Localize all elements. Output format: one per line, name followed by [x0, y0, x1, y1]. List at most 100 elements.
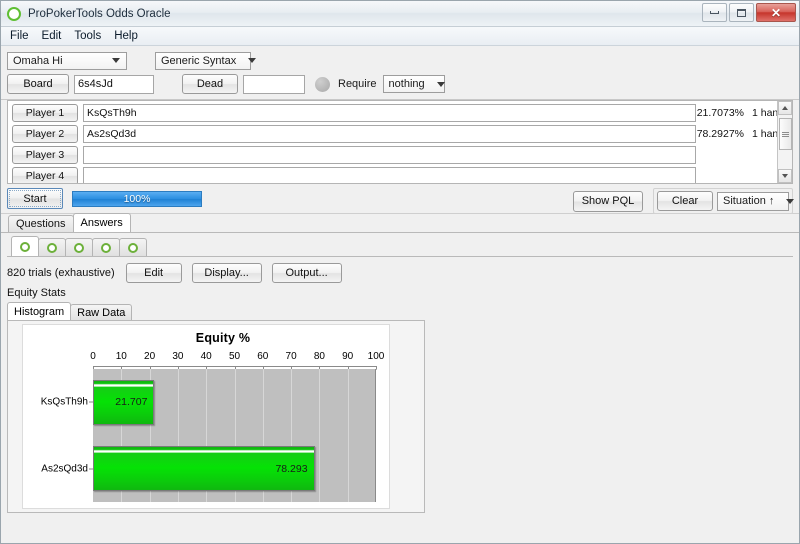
scroll-down-button[interactable]	[778, 169, 792, 183]
equity-stats-label: Equity Stats	[7, 287, 66, 299]
clear-button[interactable]: Clear	[657, 191, 713, 211]
minimize-icon	[710, 11, 719, 14]
grip-icon	[782, 131, 789, 137]
player-2-button[interactable]: Player 2	[12, 124, 78, 143]
tab-questions[interactable]: Questions	[8, 215, 74, 232]
tab-answers[interactable]: Answers	[72, 213, 131, 232]
player-3-hand-input[interactable]	[83, 145, 696, 164]
category-label: As2sQd3d	[41, 463, 88, 475]
green-circle-icon	[101, 242, 111, 253]
player-1-equity: 21.7073%	[696, 106, 744, 119]
player-2-hand-input[interactable]: As2sQd3d	[83, 124, 696, 143]
syntax-select[interactable]: Generic Syntax	[155, 51, 257, 70]
x-tick-label: 100	[367, 351, 385, 362]
x-tick-label: 70	[285, 351, 297, 362]
players-scrollbar[interactable]	[777, 101, 792, 183]
x-tick-label: 40	[200, 351, 212, 362]
player-4-hand-input[interactable]	[83, 166, 696, 183]
situation-group: Clear Situation ↑	[653, 188, 795, 214]
chevron-down-icon	[248, 58, 257, 63]
menu-tools[interactable]: Tools	[72, 29, 108, 44]
player-3-button[interactable]: Player 3	[12, 145, 78, 164]
dead-input[interactable]	[243, 74, 305, 94]
window-title: ProPokerTools Odds Oracle	[28, 7, 171, 20]
require-label: Require	[338, 78, 377, 90]
toolbar-right-group: Show PQL Clear Situation ↑	[573, 188, 795, 214]
chart-container: Equity % 0 10 20 30 40 50 60 70 80 90 100 21.707 Ks…	[7, 320, 425, 513]
bar: 21.707	[93, 379, 155, 425]
player-2-equity: 78.2927%	[696, 127, 744, 140]
category-tick	[89, 401, 93, 403]
green-circle-icon	[20, 241, 30, 252]
action-toolbar: Start 100% Show PQL Clear Situation ↑	[1, 184, 799, 214]
board-input[interactable]: 6s4sJd	[74, 74, 154, 94]
application-window: ProPokerTools Odds Oracle ✕ File Edit To…	[0, 0, 800, 544]
scroll-up-button[interactable]	[778, 101, 792, 115]
chart-panel: Equity % 0 10 20 30 40 50 60 70 80 90 100 21.707 Ks…	[22, 324, 390, 509]
board-button[interactable]: Board	[7, 74, 69, 94]
status-bar	[1, 536, 799, 543]
result-tab-3[interactable]	[65, 238, 93, 256]
maximize-button[interactable]	[729, 3, 754, 22]
result-tab-4[interactable]	[92, 238, 120, 256]
progress-bar: 100%	[72, 190, 202, 207]
x-tick-label: 0	[90, 351, 96, 362]
show-pql-button[interactable]: Show PQL	[573, 190, 643, 212]
edit-button[interactable]: Edit	[125, 262, 182, 283]
green-circle-icon	[74, 242, 84, 253]
bar-value-label: 78.293	[275, 462, 308, 475]
menu-file[interactable]: File	[8, 29, 36, 44]
chevron-down-icon	[112, 58, 120, 63]
x-tick-label: 90	[342, 351, 354, 362]
progress-label: 100%	[123, 192, 151, 205]
x-tick-label: 10	[115, 351, 127, 362]
result-tab-2[interactable]	[38, 238, 66, 256]
x-tick-label: 20	[144, 351, 156, 362]
x-tick-label: 30	[172, 351, 184, 362]
green-circle-icon	[47, 242, 57, 253]
chevron-down-icon	[782, 174, 788, 178]
player-1-hand-input[interactable]: KsQsTh9h	[83, 103, 696, 122]
green-circle-icon	[128, 242, 138, 253]
player-row: Player 3	[8, 143, 792, 164]
tab-raw-data[interactable]: Raw Data	[70, 304, 133, 320]
menu-help[interactable]: Help	[112, 29, 145, 44]
situation-select[interactable]: Situation ↑	[717, 191, 795, 211]
plot-area: 21.707 KsQsTh9h 78.293 As2sQd3d	[41, 369, 377, 502]
game-type-select[interactable]: Omaha Hi	[7, 51, 127, 70]
player-row: Player 1 KsQsTh9h 21.7073% 1 hand	[8, 101, 792, 122]
maximize-icon	[737, 8, 746, 17]
chevron-up-icon	[782, 106, 788, 110]
output-button[interactable]: Output...	[271, 262, 342, 283]
title-bar: ProPokerTools Odds Oracle ✕	[1, 1, 799, 27]
dead-button[interactable]: Dead	[182, 74, 238, 94]
players-panel: Player 1 KsQsTh9h 21.7073% 1 hand Player…	[7, 100, 793, 184]
chevron-down-icon	[436, 81, 445, 87]
chevron-down-icon	[786, 198, 795, 204]
category-label: KsQsTh9h	[40, 396, 88, 408]
histogram-tabstrip: Histogram Raw Data	[7, 302, 793, 320]
result-tab-1[interactable]	[11, 236, 39, 256]
trials-row: 820 trials (exhaustive) Edit Display... …	[7, 260, 793, 285]
situation-value: Situation ↑	[723, 195, 775, 207]
close-button[interactable]: ✕	[756, 3, 796, 22]
config-panel: Omaha Hi Generic Syntax Board 6s4sJd Dea…	[1, 46, 799, 100]
minimize-button[interactable]	[702, 3, 727, 22]
scrollbar-thumb[interactable]	[779, 118, 792, 150]
game-type-value: Omaha Hi	[13, 54, 63, 67]
x-tick-label: 80	[313, 351, 325, 362]
trials-label: 820 trials (exhaustive)	[7, 266, 115, 279]
player-1-button[interactable]: Player 1	[12, 103, 78, 122]
start-button[interactable]: Start	[7, 188, 63, 209]
x-tick-label: 60	[257, 351, 269, 362]
bar-value-label: 21.707	[115, 396, 148, 409]
result-tab-5[interactable]	[119, 238, 147, 256]
gridline	[319, 369, 321, 502]
require-value: nothing	[388, 78, 425, 90]
display-button[interactable]: Display...	[191, 262, 262, 283]
menu-edit[interactable]: Edit	[40, 29, 69, 44]
player-4-button[interactable]: Player 4	[12, 166, 78, 183]
tab-histogram[interactable]: Histogram	[7, 302, 72, 320]
require-select[interactable]: nothing	[382, 75, 445, 93]
app-logo-icon	[7, 6, 21, 21]
